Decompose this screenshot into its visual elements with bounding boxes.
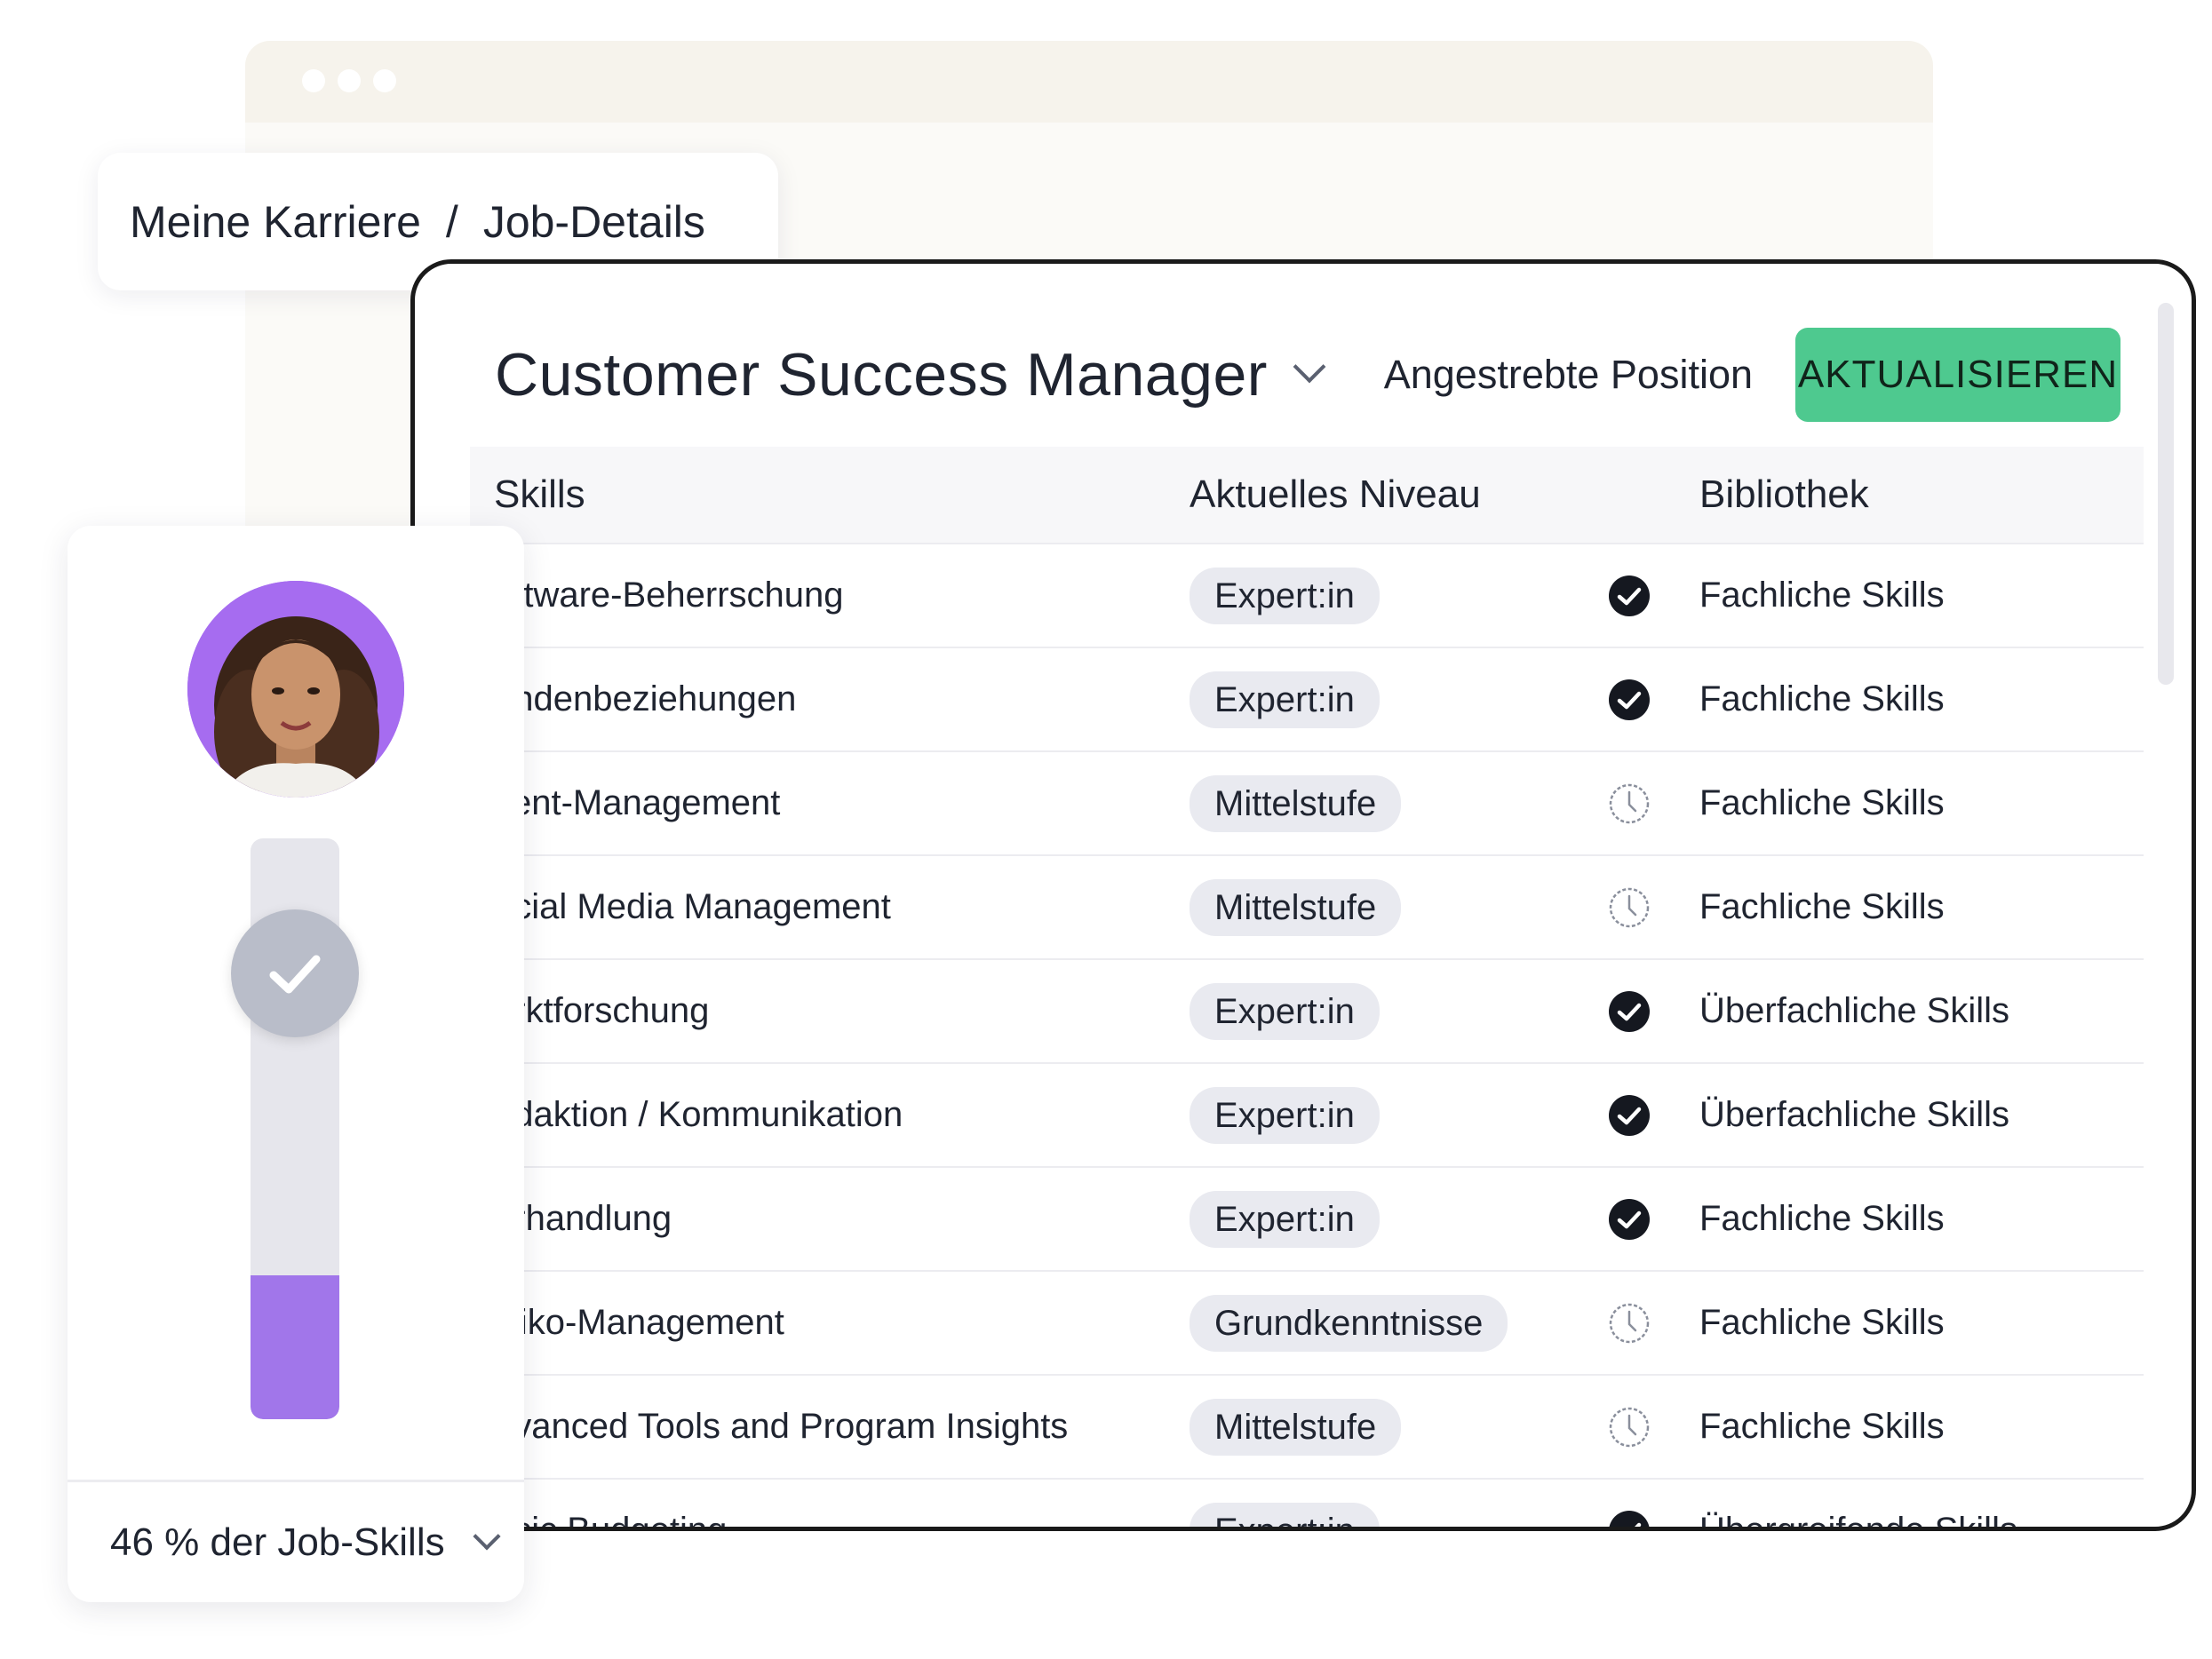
skill-name: edaktion / Kommunikation: [494, 1095, 903, 1134]
table-row[interactable]: oftware-Beherrschung Expert:in Fachliche S…: [470, 544, 2144, 648]
skill-library: Fachliche Skills: [1699, 575, 1945, 615]
update-button[interactable]: AKTUALISIEREN: [1795, 328, 2120, 422]
avatar-portrait: [187, 581, 404, 798]
skill-library: Fachliche Skills: [1699, 1303, 1945, 1342]
level-badge: Expert:in: [1190, 567, 1380, 624]
check-icon: [269, 955, 321, 994]
skill-library: Überfachliche Skills: [1699, 991, 2010, 1030]
job-title-select[interactable]: Customer Success Manager: [495, 340, 1268, 409]
window-dot: [302, 69, 325, 92]
skill-name: undenbeziehungen: [494, 679, 797, 718]
column-header-level[interactable]: Aktuelles Niveau: [1190, 472, 1607, 517]
level-badge: Expert:in: [1190, 1502, 1380, 1527]
level-badge: Mittelstufe: [1190, 774, 1402, 832]
job-details-card: Customer Success Manager Angestrebte Pos…: [410, 259, 2196, 1531]
skill-name: erhandlung: [494, 1199, 672, 1238]
progress-summary-label: 46 % der Job-Skills: [110, 1520, 445, 1564]
skill-name: arktforschung: [494, 991, 710, 1030]
skills-progress-card: 46 % der Job-Skills: [68, 526, 524, 1602]
card-header: Customer Success Manager Angestrebte Pos…: [495, 326, 2120, 424]
level-badge: Mittelstufe: [1190, 1398, 1402, 1456]
skill-name: dvanced Tools and Program Insights: [494, 1407, 1069, 1446]
browser-titlebar: [245, 41, 1933, 123]
window-dot: [338, 69, 361, 92]
clock-icon: [1607, 885, 1699, 930]
table-body: oftware-Beherrschung Expert:in Fachliche S…: [470, 544, 2144, 1531]
table-row[interactable]: erhandlung Expert:in Fachliche Skills: [470, 1168, 2144, 1272]
column-header-library[interactable]: Bibliothek: [1699, 472, 2144, 517]
skill-level-cell: Expert:in: [1190, 1086, 1607, 1144]
skill-level-cell: Expert:in: [1190, 982, 1607, 1040]
level-badge: Expert:in: [1190, 982, 1380, 1040]
table-row[interactable]: undenbeziehungen Expert:in Fachliche Skill…: [470, 648, 2144, 752]
skill-library: Fachliche Skills: [1699, 1199, 1945, 1238]
check-circle-icon: [1607, 1093, 1699, 1138]
skill-name: asic Budgeting: [494, 1511, 728, 1531]
skill-name: isiko-Management: [494, 1303, 784, 1342]
scrollbar[interactable]: [2158, 303, 2174, 685]
table-header: Skills Aktuelles Niveau Bibliothek: [470, 447, 2144, 544]
skill-level-cell: Mittelstufe: [1190, 774, 1607, 832]
column-header-skills[interactable]: Skills: [470, 472, 1190, 517]
check-circle-icon: [1607, 574, 1699, 618]
chevron-down-icon[interactable]: [1293, 350, 1326, 384]
table-row[interactable]: vent-Management Mittelstufe Fachliche Skil…: [470, 752, 2144, 856]
skill-name: vent-Management: [494, 783, 781, 822]
check-circle-icon: [1607, 989, 1699, 1034]
check-circle-icon: [1607, 1509, 1699, 1527]
skill-level-cell: Expert:in: [1190, 1502, 1607, 1527]
breadcrumb-parent[interactable]: Meine Karriere: [130, 196, 421, 248]
breadcrumb-current: Job-Details: [482, 196, 705, 247]
skill-level-cell: Expert:in: [1190, 671, 1607, 728]
breadcrumb-separator: /: [445, 196, 458, 247]
table-row[interactable]: isiko-Management Grundkenntnisse Fachliche…: [470, 1272, 2144, 1376]
skill-library: Übergreifende Skills: [1699, 1511, 2017, 1531]
skill-library: Fachliche Skills: [1699, 679, 1945, 718]
skill-library: Überfachliche Skills: [1699, 1095, 2010, 1134]
table-row[interactable]: asic Budgeting Expert:in Übergreifende Ski…: [470, 1480, 2144, 1531]
check-circle-icon: [1607, 678, 1699, 722]
level-badge: Grundkenntnisse: [1190, 1294, 1508, 1352]
level-badge: Expert:in: [1190, 1086, 1380, 1144]
level-badge: Expert:in: [1190, 671, 1380, 728]
skill-level-cell: Expert:in: [1190, 567, 1607, 624]
progress-fill: [251, 1274, 339, 1419]
target-position-label: Angestrebte Position: [1383, 352, 1753, 397]
table-row[interactable]: edaktion / Kommunikation Expert:in Überfac…: [470, 1064, 2144, 1168]
avatar: [187, 581, 404, 798]
clock-icon: [1607, 1405, 1699, 1449]
skill-level-cell: Grundkenntnisse: [1190, 1294, 1607, 1352]
skill-library: Fachliche Skills: [1699, 887, 1945, 926]
clock-icon: [1607, 1301, 1699, 1345]
level-badge: Mittelstufe: [1190, 878, 1402, 936]
check-circle-icon: [1607, 1197, 1699, 1242]
skill-level-cell: Mittelstufe: [1190, 878, 1607, 936]
skill-level-cell: Expert:in: [1190, 1190, 1607, 1248]
table-row[interactable]: dvanced Tools and Program Insights Mittel…: [470, 1376, 2144, 1480]
progress-summary-dropdown[interactable]: 46 % der Job-Skills: [68, 1480, 524, 1602]
clock-icon: [1607, 782, 1699, 826]
table-row[interactable]: ocial Media Management Mittelstufe Fachlic…: [470, 856, 2144, 960]
level-badge: Expert:in: [1190, 1190, 1380, 1248]
skill-name: ocial Media Management: [494, 887, 891, 926]
progress-handle[interactable]: [231, 909, 359, 1037]
skill-library: Fachliche Skills: [1699, 1407, 1945, 1446]
skills-table: Skills Aktuelles Niveau Bibliothek oftwa…: [470, 447, 2144, 1531]
window-dot: [373, 69, 396, 92]
table-row[interactable]: arktforschung Expert:in Überfachliche Skil…: [470, 960, 2144, 1064]
skill-level-cell: Mittelstufe: [1190, 1398, 1607, 1456]
chevron-down-icon: [473, 1521, 501, 1551]
skill-library: Fachliche Skills: [1699, 783, 1945, 822]
skill-name: oftware-Beherrschung: [494, 575, 844, 615]
